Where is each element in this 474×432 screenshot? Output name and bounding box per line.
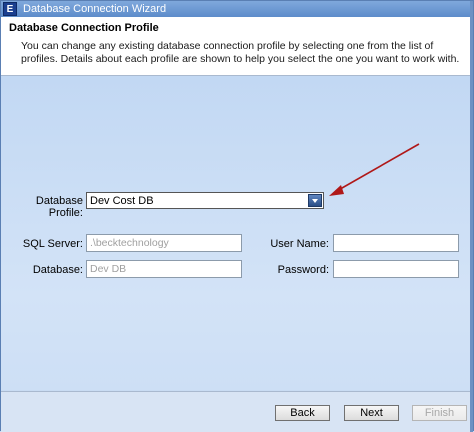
password-field[interactable] — [333, 260, 459, 278]
database-profile-selected: Dev Cost DB — [90, 195, 154, 207]
database-label: Database: — [32, 264, 83, 276]
window-border — [470, 1, 473, 432]
window-title: Database Connection Wizard — [23, 3, 167, 15]
password-label: Password: — [277, 264, 329, 276]
page-description: You can change any existing database con… — [21, 40, 460, 65]
database-field[interactable] — [86, 260, 242, 278]
sql-server-label: SQL Server: — [22, 238, 83, 250]
next-button[interactable]: Next — [344, 405, 399, 421]
database-profile-label: Database Profile: — [35, 195, 83, 219]
wizard-window: E Database Connection Wizard Database Co… — [0, 0, 474, 432]
title-bar[interactable]: E Database Connection Wizard — [1, 1, 473, 17]
user-name-label: User Name: — [270, 238, 329, 250]
finish-button[interactable]: Finish — [412, 405, 467, 421]
wizard-header: Database Connection Profile You can chan… — [1, 17, 473, 76]
app-icon: E — [3, 2, 17, 16]
wizard-footer — [1, 391, 473, 432]
user-name-field[interactable] — [333, 234, 459, 252]
sql-server-field[interactable] — [86, 234, 242, 252]
page-title: Database Connection Profile — [9, 22, 159, 34]
back-button[interactable]: Back — [275, 405, 330, 421]
database-profile-dropdown[interactable]: Dev Cost DB — [86, 192, 324, 209]
chevron-down-icon[interactable] — [308, 194, 322, 207]
